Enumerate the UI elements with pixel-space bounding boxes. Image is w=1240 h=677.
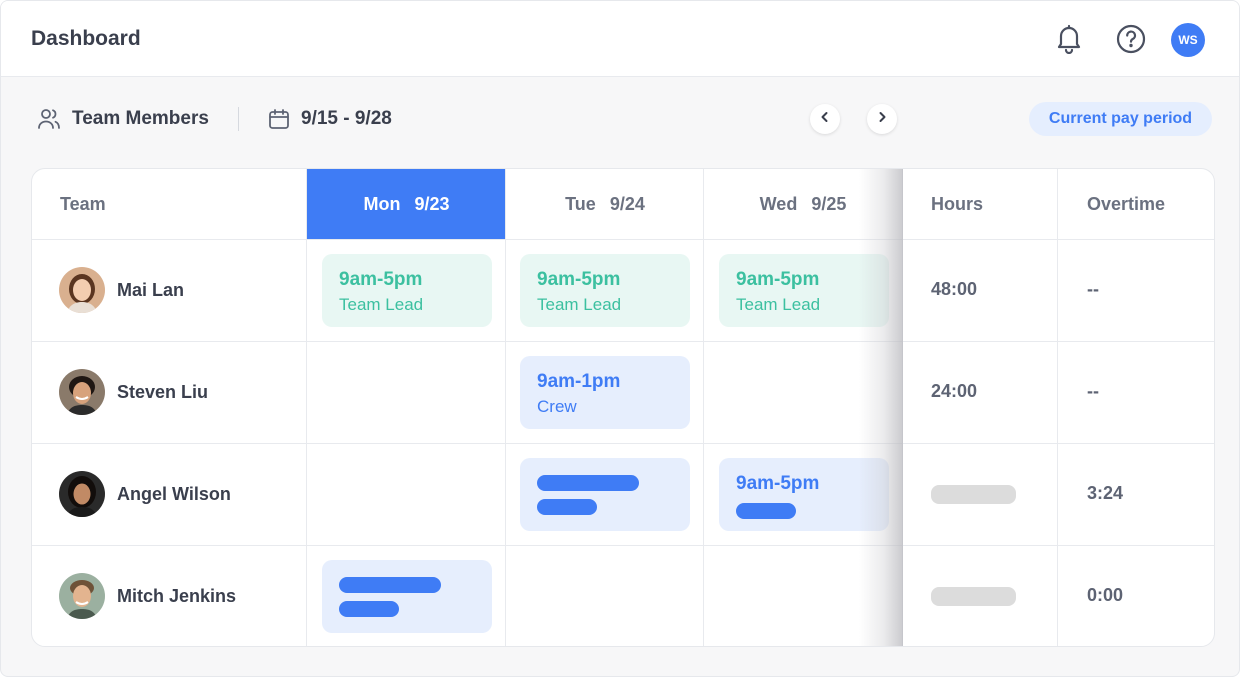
- shift-time: 9am-5pm: [736, 473, 820, 494]
- page-title: Dashboard: [31, 27, 141, 50]
- table-row-person[interactable]: Steven Liu: [59, 369, 208, 415]
- shift-time: 9am-5pm: [537, 269, 621, 290]
- team-members-label[interactable]: Team Members: [72, 108, 209, 130]
- previous-period-button[interactable]: [810, 104, 840, 134]
- chevron-left-icon: [820, 110, 830, 128]
- loading-bar: [537, 475, 639, 491]
- column-divider: [505, 169, 506, 646]
- person-name: Mitch Jenkins: [117, 585, 237, 606]
- loading-bar: [736, 503, 796, 519]
- bell-icon[interactable]: [1053, 23, 1085, 55]
- toolbar-divider: [238, 107, 239, 131]
- hours-loading-placeholder: [931, 485, 1016, 504]
- column-header-overtime: Overtime: [1087, 193, 1166, 214]
- avatar: [59, 267, 105, 313]
- column-header-tue-date: 9/24: [609, 193, 645, 214]
- overtime-value: --: [1087, 279, 1099, 299]
- avatar: [59, 369, 105, 415]
- scroll-shadow: [859, 169, 903, 646]
- row-divider: [32, 341, 1214, 342]
- team-members-icon: [37, 107, 61, 131]
- column-header-wed-day: Wed: [759, 193, 798, 214]
- row-divider: [32, 545, 1214, 546]
- hours-value: 48:00: [931, 279, 978, 299]
- loading-bar: [339, 601, 399, 617]
- hours-value: 24:00: [931, 381, 978, 401]
- loading-bar: [537, 499, 597, 515]
- column-header-mon[interactable]: Mon 9/23: [307, 169, 506, 239]
- table-row-person[interactable]: Angel Wilson: [59, 471, 231, 517]
- column-header-wed[interactable]: Wed 9/25: [704, 169, 902, 239]
- shift-role: Team Lead: [736, 295, 821, 314]
- avatar: [59, 471, 105, 517]
- column-header-wed-date: 9/25: [811, 193, 847, 214]
- column-header-mon-date: 9/23: [414, 193, 450, 214]
- shift-time: 9am-5pm: [339, 269, 423, 290]
- hours-loading-placeholder: [931, 587, 1016, 606]
- schedule-table: Team Mon 9/23 Tue 9/24 Wed 9/25 Hours Overt…: [31, 168, 1215, 647]
- person-name: Steven Liu: [117, 381, 209, 402]
- avatar: [59, 573, 105, 619]
- shift-card[interactable]: 9am-5pm Team Lead: [520, 254, 690, 327]
- column-header-tue[interactable]: Tue 9/24: [506, 169, 704, 239]
- column-header-hours: Hours: [931, 193, 984, 214]
- column-divider: [1057, 169, 1058, 646]
- shift-card-placeholder[interactable]: [520, 458, 690, 531]
- shift-time: 9am-5pm: [736, 269, 820, 290]
- top-bar: Dashboard WS: [1, 1, 1239, 77]
- column-divider: [902, 169, 903, 646]
- overtime-value: 3:24: [1087, 483, 1124, 503]
- shift-card[interactable]: 9am-5pm Team Lead: [322, 254, 492, 327]
- shift-card[interactable]: 9am-1pm Crew: [520, 356, 690, 429]
- row-divider: [32, 239, 1214, 240]
- shift-role: Team Lead: [339, 295, 424, 314]
- shift-card[interactable]: 9am-5pm Team Lead: [719, 254, 889, 327]
- column-header-team: Team: [60, 193, 106, 214]
- current-pay-period-button[interactable]: Current pay period: [1029, 102, 1212, 136]
- help-icon[interactable]: [1115, 23, 1147, 55]
- chevron-right-icon: [877, 110, 887, 128]
- calendar-icon: [267, 107, 291, 131]
- shift-card[interactable]: 9am-5pm: [719, 458, 889, 531]
- shift-role: Crew: [537, 397, 577, 416]
- shift-card-placeholder[interactable]: [322, 560, 492, 633]
- overtime-value: --: [1087, 381, 1099, 401]
- app-window: Dashboard WS Team Members 9/15 - 9/28 Cu…: [0, 0, 1240, 677]
- person-name: Mai Lan: [117, 279, 185, 300]
- shift-role: Team Lead: [537, 295, 622, 314]
- shift-time: 9am-1pm: [537, 371, 621, 392]
- column-header-tue-day: Tue: [565, 193, 596, 214]
- overtime-value: 0:00: [1087, 585, 1124, 605]
- next-period-button[interactable]: [867, 104, 897, 134]
- user-avatar[interactable]: WS: [1171, 23, 1205, 57]
- table-row-person[interactable]: Mitch Jenkins: [59, 573, 236, 619]
- date-range[interactable]: 9/15 - 9/28: [301, 108, 392, 130]
- column-divider: [703, 169, 704, 646]
- loading-bar: [339, 577, 441, 593]
- person-name: Angel Wilson: [117, 483, 231, 504]
- table-row-person[interactable]: Mai Lan: [59, 267, 184, 313]
- column-divider: [306, 169, 307, 646]
- column-header-mon-day: Mon: [363, 193, 401, 214]
- row-divider: [32, 443, 1214, 444]
